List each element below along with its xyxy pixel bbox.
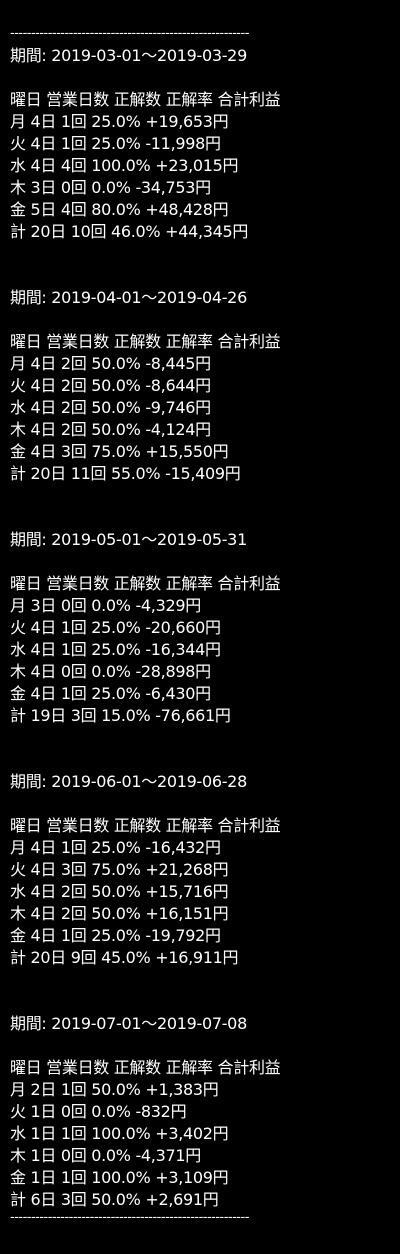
table-row-fri: 金 5日 4回 80.0% +48,428円: [10, 200, 229, 219]
divider-top: ----------------------------------------…: [10, 26, 249, 41]
table-row-fri: 金 4日 3回 75.0% +15,550円: [10, 442, 229, 461]
table-header: 曜日 営業日数 正解数 正解率 合計利益: [10, 816, 281, 835]
table-row-thu: 木 4日 0回 0.0% -28,898円: [10, 662, 211, 681]
table-row-tue: 火 4日 3回 75.0% +21,268円: [10, 860, 229, 879]
table-header: 曜日 営業日数 正解数 正解率 合計利益: [10, 332, 281, 351]
table-row-wed: 水 4日 2回 50.0% -9,746円: [10, 398, 211, 417]
period-title: 期間: 2019-04-01～2019-04-26: [10, 288, 247, 307]
divider-bottom: ----------------------------------------…: [10, 1210, 249, 1225]
table-row-tue: 火 4日 1回 25.0% -20,660円: [10, 618, 221, 637]
table-row-tue: 火 1日 0回 0.0% -832円: [10, 1102, 187, 1121]
period-block-2: 期間: 2019-04-01～2019-04-26 曜日 営業日数 正解数 正解…: [10, 287, 395, 485]
table-row-mon: 月 3日 0回 0.0% -4,329円: [10, 596, 201, 615]
period-block-3: 期間: 2019-05-01～2019-05-31 曜日 営業日数 正解数 正解…: [10, 529, 395, 727]
table-row-wed: 水 4日 2回 50.0% +15,716円: [10, 882, 229, 901]
table-row-tue: 火 4日 2回 50.0% -8,644円: [10, 376, 211, 395]
table-row-wed: 水 4日 4回 100.0% +23,015円: [10, 156, 239, 175]
table-row-mon: 月 4日 2回 50.0% -8,445円: [10, 354, 211, 373]
table-row-mon: 月 2日 1回 50.0% +1,383円: [10, 1080, 219, 1099]
table-row-thu: 木 4日 2回 50.0% -4,124円: [10, 420, 211, 439]
table-row-wed: 水 1日 1回 100.0% +3,402円: [10, 1124, 229, 1143]
table-row-mon: 月 4日 1回 25.0% +19,653円: [10, 112, 229, 131]
table-header: 曜日 営業日数 正解数 正解率 合計利益: [10, 90, 281, 109]
table-header: 曜日 営業日数 正解数 正解率 合計利益: [10, 574, 281, 593]
table-row-fri: 金 1日 1回 100.0% +3,109円: [10, 1168, 229, 1187]
table-row-thu: 木 1日 0回 0.0% -4,371円: [10, 1146, 201, 1165]
table-row-fri: 金 4日 1回 25.0% -19,792円: [10, 926, 221, 945]
table-row-fri: 金 4日 1回 25.0% -6,430円: [10, 684, 211, 703]
table-row-total: 計 19日 3回 15.0% -76,661円: [10, 706, 231, 725]
period-title: 期間: 2019-07-01～2019-07-08: [10, 1014, 247, 1033]
period-block-5: 期間: 2019-07-01～2019-07-08 曜日 営業日数 正解数 正解…: [10, 1013, 395, 1211]
table-row-tue: 火 4日 1回 25.0% -11,998円: [10, 134, 221, 153]
table-row-thu: 木 4日 2回 50.0% +16,151円: [10, 904, 229, 923]
period-title: 期間: 2019-05-01～2019-05-31: [10, 530, 247, 549]
table-row-total: 計 20日 9回 45.0% +16,911円: [10, 948, 239, 967]
table-row-total: 計 20日 10回 46.0% +44,345円: [10, 222, 249, 241]
table-header: 曜日 営業日数 正解数 正解率 合計利益: [10, 1058, 281, 1077]
table-row-total: 計 20日 11回 55.0% -15,409円: [10, 464, 241, 483]
report-body: ----------------------------------------…: [10, 23, 395, 1211]
period-block-1: 期間: 2019-03-01～2019-03-29 曜日 営業日数 正解数 正解…: [10, 45, 395, 243]
table-row-wed: 水 4日 1回 25.0% -16,344円: [10, 640, 221, 659]
table-row-thu: 木 3日 0回 0.0% -34,753円: [10, 178, 211, 197]
period-title: 期間: 2019-03-01～2019-03-29: [10, 46, 247, 65]
period-block-4: 期間: 2019-06-01～2019-06-28 曜日 営業日数 正解数 正解…: [10, 771, 395, 969]
period-title: 期間: 2019-06-01～2019-06-28: [10, 772, 247, 791]
table-row-mon: 月 4日 1回 25.0% -16,432円: [10, 838, 221, 857]
